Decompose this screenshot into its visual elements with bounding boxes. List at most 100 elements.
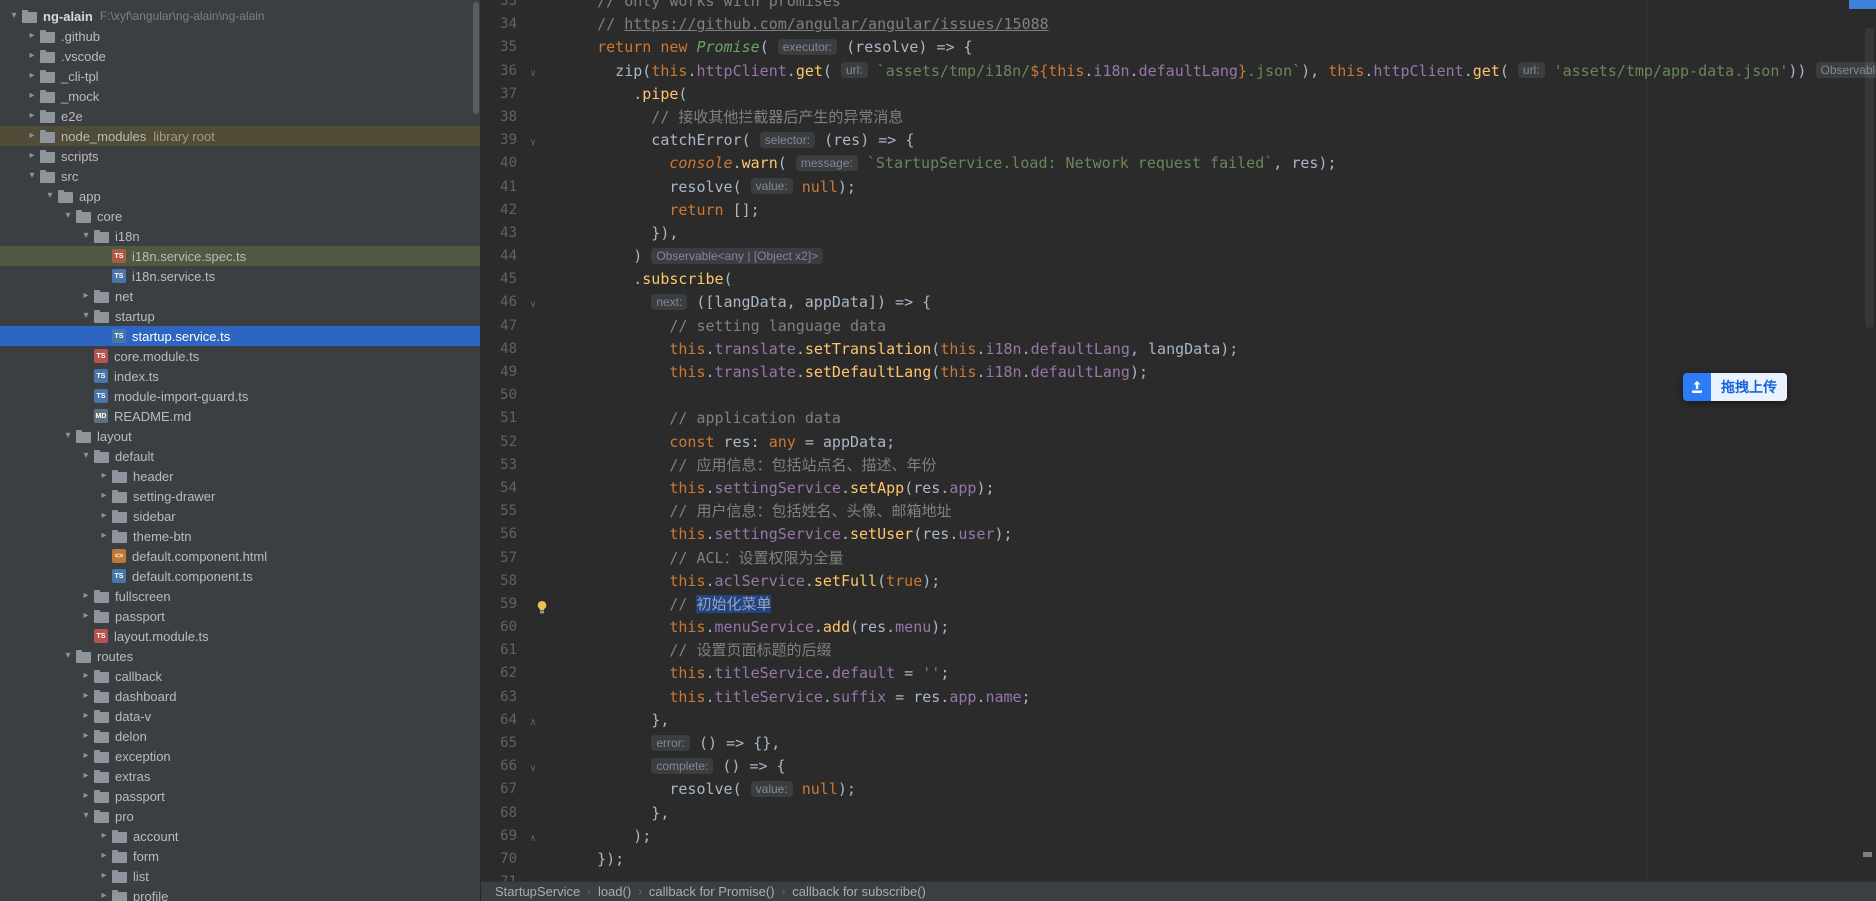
fold-marker-icon[interactable]: ∨	[530, 299, 536, 310]
tree-folder-fullscreen[interactable]: ▸ fullscreen	[0, 586, 480, 606]
tree-folder-list[interactable]: ▸ list	[0, 866, 480, 886]
code-line-70[interactable]: 70 });	[481, 848, 1876, 871]
chevron-right-icon[interactable]: ▸	[96, 506, 112, 526]
line-number[interactable]: 58	[481, 570, 517, 593]
chevron-right-icon[interactable]: ▸	[96, 526, 112, 546]
tree-folder-_mock[interactable]: ▸ _mock	[0, 86, 480, 106]
code-line-41[interactable]: 41 resolve( value: null);	[481, 176, 1876, 199]
fold-marker-icon[interactable]: ∨	[530, 137, 536, 148]
line-number[interactable]: 66	[481, 755, 517, 778]
tree-folder-startup[interactable]: ▾ startup	[0, 306, 480, 326]
chevron-right-icon[interactable]: ▸	[78, 746, 94, 766]
line-number[interactable]: 36	[481, 60, 517, 83]
chevron-down-icon[interactable]: ▾	[78, 226, 94, 246]
tree-folder-_cli-tpl[interactable]: ▸ _cli-tpl	[0, 66, 480, 86]
line-number[interactable]: 65	[481, 732, 517, 755]
code-line-37[interactable]: 37 .pipe(	[481, 83, 1876, 106]
line-number[interactable]: 47	[481, 315, 517, 338]
code-line-43[interactable]: 43 }),	[481, 222, 1876, 245]
tree-folder-pro[interactable]: ▾ pro	[0, 806, 480, 826]
code-line-38[interactable]: 38 // 接收其他拦截器后产生的异常消息	[481, 106, 1876, 129]
breadcrumb-item[interactable]: callback for Promise()	[649, 884, 775, 899]
chevron-down-icon[interactable]: ▾	[78, 306, 94, 326]
chevron-down-icon[interactable]: ▾	[78, 446, 94, 466]
code-line-52[interactable]: 52 const res: any = appData;	[481, 431, 1876, 454]
line-number[interactable]: 63	[481, 686, 517, 709]
tree-folder-header[interactable]: ▸ header	[0, 466, 480, 486]
tree-folder-app[interactable]: ▾ app	[0, 186, 480, 206]
chevron-right-icon[interactable]: ▸	[96, 486, 112, 506]
chevron-right-icon[interactable]: ▸	[78, 586, 94, 606]
code-line-47[interactable]: 47 // setting language data	[481, 315, 1876, 338]
tree-folder-ng-alain[interactable]: ▾ ng-alain F:\xyf\angular\ng-alain\ng-alai…	[0, 6, 480, 26]
code-line-63[interactable]: 63 this.titleService.suffix = res.app.na…	[481, 686, 1876, 709]
line-number[interactable]: 55	[481, 500, 517, 523]
line-number[interactable]: 40	[481, 152, 517, 175]
chevron-right-icon[interactable]: ▸	[96, 866, 112, 886]
tree-file-i18n.service.ts[interactable]: TS i18n.service.ts	[0, 266, 480, 286]
tree-folder-dashboard[interactable]: ▸ dashboard	[0, 686, 480, 706]
code-line-56[interactable]: 56 this.settingService.setUser(res.user)…	[481, 523, 1876, 546]
code-line-51[interactable]: 51 // application data	[481, 407, 1876, 430]
tree-file-default.component.ts[interactable]: TS default.component.ts	[0, 566, 480, 586]
tree-folder-sidebar[interactable]: ▸ sidebar	[0, 506, 480, 526]
line-number[interactable]: 45	[481, 268, 517, 291]
code-line-61[interactable]: 61 // 设置页面标题的后缀	[481, 639, 1876, 662]
chevron-right-icon[interactable]: ▸	[24, 106, 40, 126]
chevron-right-icon[interactable]: ▸	[78, 766, 94, 786]
tree-file-index.ts[interactable]: TS index.ts	[0, 366, 480, 386]
code-line-55[interactable]: 55 // 用户信息：包括姓名、头像、邮箱地址	[481, 500, 1876, 523]
tree-file-default.component.html[interactable]: <> default.component.html	[0, 546, 480, 566]
tree-folder-scripts[interactable]: ▸ scripts	[0, 146, 480, 166]
chevron-right-icon[interactable]: ▸	[78, 706, 94, 726]
fold-end-marker-icon[interactable]: ∧	[530, 717, 536, 728]
drag-upload-button[interactable]: 拖拽上传	[1683, 373, 1787, 401]
code-line-34[interactable]: 34 // https://github.com/angular/angular…	[481, 13, 1876, 36]
code-line-62[interactable]: 62 this.titleService.default = '';	[481, 662, 1876, 685]
tree-folder-default[interactable]: ▾ default	[0, 446, 480, 466]
line-number[interactable]: 64	[481, 709, 517, 732]
chevron-right-icon[interactable]: ▸	[78, 686, 94, 706]
code-line-67[interactable]: 67 resolve( value: null);	[481, 778, 1876, 801]
tree-folder-.vscode[interactable]: ▸ .vscode	[0, 46, 480, 66]
chevron-down-icon[interactable]: ▾	[60, 426, 76, 446]
code-line-42[interactable]: 42 return [];	[481, 199, 1876, 222]
tree-folder-passport[interactable]: ▸ passport	[0, 786, 480, 806]
code-line-45[interactable]: 45 .subscribe(	[481, 268, 1876, 291]
line-number[interactable]: 59	[481, 593, 517, 616]
chevron-right-icon[interactable]: ▸	[96, 886, 112, 901]
line-number[interactable]: 62	[481, 662, 517, 685]
code-line-54[interactable]: 54 this.settingService.setApp(res.app);	[481, 477, 1876, 500]
line-number[interactable]: 43	[481, 222, 517, 245]
line-number[interactable]: 41	[481, 176, 517, 199]
tree-folder-extras[interactable]: ▸ extras	[0, 766, 480, 786]
line-number[interactable]: 70	[481, 848, 517, 871]
tree-folder-e2e[interactable]: ▸ e2e	[0, 106, 480, 126]
chevron-right-icon[interactable]: ▸	[24, 26, 40, 46]
code-line-59[interactable]: 59 // 初始化菜单	[481, 593, 1876, 616]
line-number[interactable]: 49	[481, 361, 517, 384]
line-number[interactable]: 56	[481, 523, 517, 546]
chevron-down-icon[interactable]: ▾	[24, 166, 40, 186]
fold-marker-icon[interactable]: ∨	[530, 68, 536, 79]
line-number[interactable]: 67	[481, 778, 517, 801]
tree-folder-data-v[interactable]: ▸ data-v	[0, 706, 480, 726]
tree-folder-core[interactable]: ▾ core	[0, 206, 480, 226]
tree-folder-account[interactable]: ▸ account	[0, 826, 480, 846]
code-line-68[interactable]: 68 },	[481, 802, 1876, 825]
tree-file-startup.service.ts[interactable]: TS startup.service.ts	[0, 326, 480, 346]
line-number[interactable]: 51	[481, 407, 517, 430]
tree-scrollbar-thumb[interactable]	[473, 2, 479, 114]
tree-folder-form[interactable]: ▸ form	[0, 846, 480, 866]
tree-folder-src[interactable]: ▾ src	[0, 166, 480, 186]
breadcrumb-item[interactable]: StartupService	[495, 884, 580, 899]
code-line-39[interactable]: 39 ∨ catchError( selector: (res) => {	[481, 129, 1876, 152]
line-number[interactable]: 35	[481, 36, 517, 59]
code-line-58[interactable]: 58 this.aclService.setFull(true);	[481, 570, 1876, 593]
tree-file-core.module.ts[interactable]: TS core.module.ts	[0, 346, 480, 366]
fold-marker-icon[interactable]: ∨	[530, 763, 536, 774]
chevron-right-icon[interactable]: ▸	[96, 466, 112, 486]
tree-folder-passport[interactable]: ▸ passport	[0, 606, 480, 626]
line-number[interactable]: 48	[481, 338, 517, 361]
line-number[interactable]: 42	[481, 199, 517, 222]
